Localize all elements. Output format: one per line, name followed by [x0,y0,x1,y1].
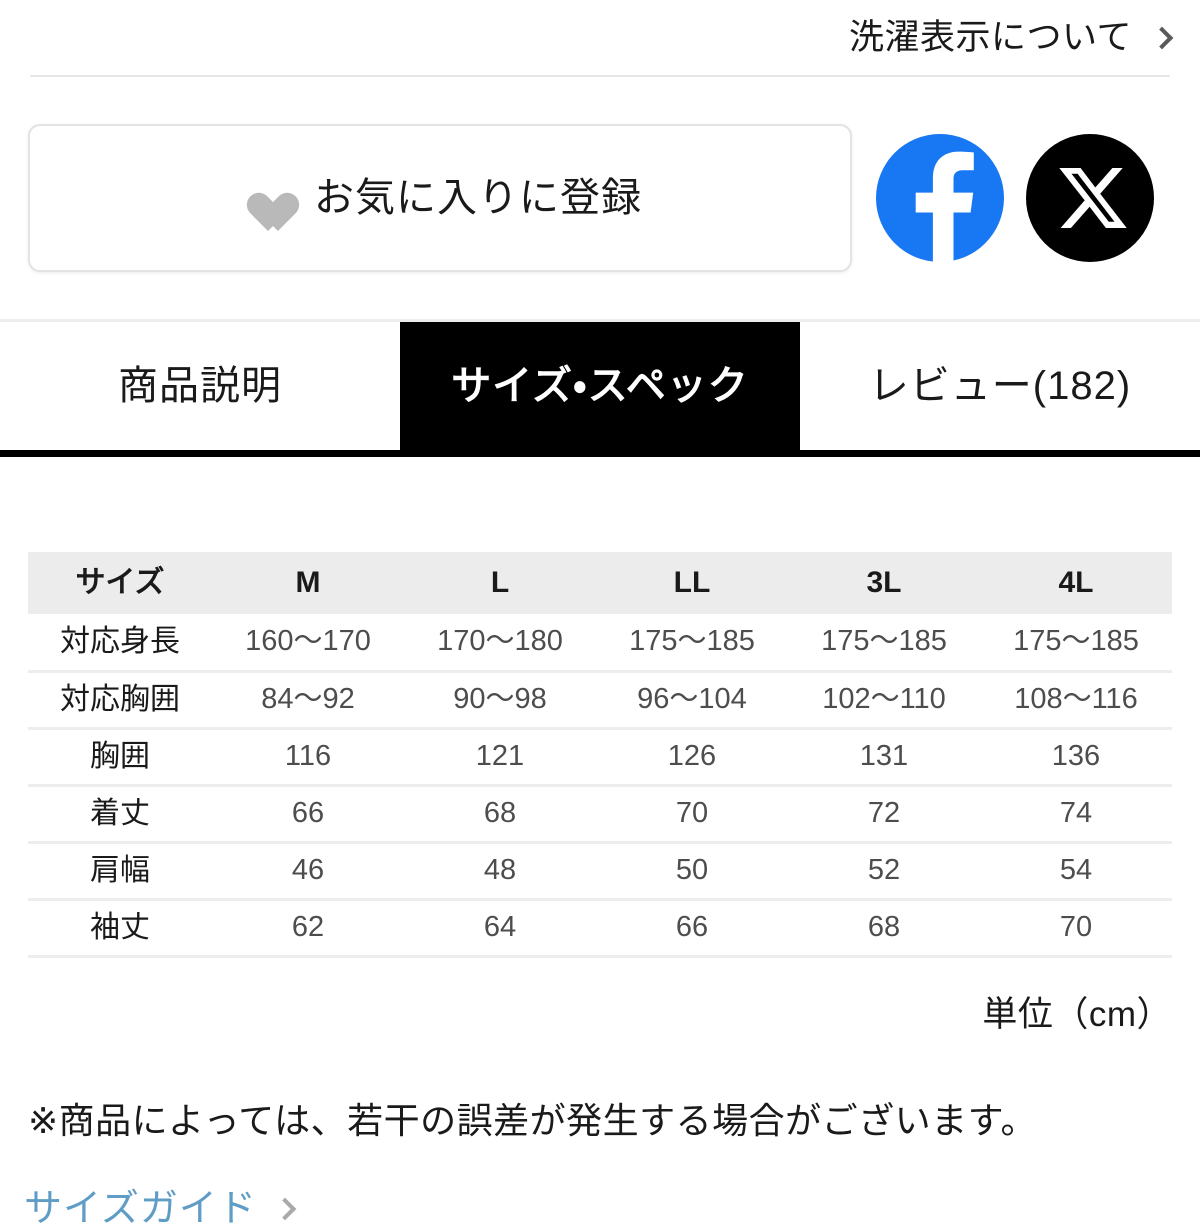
table-cell: 116 [284,740,332,772]
column-header-l: L [490,566,510,599]
table-cell: 70 [1059,911,1093,943]
row-label: 胸囲 [90,739,150,773]
row-label: 対応身長 [60,624,180,658]
table-cell: 64 [483,911,517,943]
row-label: 肩幅 [90,853,150,887]
table-cell: 66 [675,911,709,943]
row-label: 着丈 [90,796,150,830]
size-table-area: サイズ M L LL 3L 4L 対応身長 160〜170 170〜180 17… [0,552,1200,1037]
tab-reviews-label: レビュー(182) [868,364,1132,408]
table-cell: 175〜185 [1013,625,1139,658]
table-cell: 108〜116 [1014,683,1138,715]
table-row: 胸囲 116 121 126 131 136 [28,728,1172,785]
column-header-ll: LL [673,566,711,599]
tab-product-description[interactable]: 商品説明 [0,322,400,450]
table-cell: 70 [675,797,709,829]
chevron-right-icon [1150,26,1174,49]
measurement-disclaimer: ※商品によっては、若干の誤差が発生する場合がございます。 [28,1099,1037,1141]
table-cell: 48 [483,854,517,886]
table-row: 対応胸囲 84〜92 90〜98 96〜104 102〜110 108〜116 [28,671,1172,728]
row-label: 袖丈 [90,910,150,944]
tab-size-spec-label: サイズ・スペック [451,364,749,408]
table-cell: 50 [675,854,709,886]
care-label-link[interactable]: 洗濯表示について [849,18,1174,57]
table-row: 対応身長 160〜170 170〜180 175〜185 175〜185 175… [28,614,1172,671]
facebook-icon [915,151,974,262]
table-cell: 84〜92 [261,683,355,715]
table-cell: 62 [291,911,325,943]
care-label-row: 洗濯表示について [0,0,1200,75]
chevron-right-icon [273,1197,297,1221]
table-cell: 90〜98 [453,683,547,715]
x-icon [1059,168,1127,228]
add-to-favorites-label: お気に入りに登録 [314,176,642,220]
favorite-social-row: お気に入りに登録 [0,77,1200,319]
tab-product-description-label: 商品説明 [118,364,282,408]
table-cell: 74 [1059,797,1093,829]
row-label: 対応胸囲 [60,682,180,716]
table-header-row: サイズ M L LL 3L 4L [28,552,1172,614]
tab-active-underline [0,450,1200,457]
table-cell: 66 [291,797,325,829]
table-cell: 136 [1051,740,1101,772]
unit-note: 単位（cm） [982,994,1172,1034]
table-cell: 160〜170 [245,625,371,658]
tab-bar: 商品説明 サイズ・スペック レビュー(182) [0,319,1200,457]
size-table-header: サイズ M L LL 3L 4L [28,552,1172,614]
table-cell: 54 [1059,854,1093,886]
table-cell: 102〜110 [822,683,946,715]
facebook-share-button[interactable] [876,134,1004,262]
size-table-body: 対応身長 160〜170 170〜180 175〜185 175〜185 175… [28,614,1172,956]
table-cell: 170〜180 [437,625,563,658]
product-spec-page: 洗濯表示について お気に入りに登録 商品説明 サイズ・スペック レビュー(182… [0,0,1200,1228]
x-share-button[interactable] [1026,134,1154,262]
tab-size-spec[interactable]: サイズ・スペック [400,322,800,450]
table-cell: 131 [859,740,909,772]
table-row: 肩幅 46 48 50 52 54 [28,842,1172,899]
table-cell: 68 [483,797,517,829]
column-header-3l: 3L [866,566,902,599]
table-cell: 126 [667,740,717,772]
heart-icon [238,177,284,219]
table-cell: 72 [867,797,901,829]
table-cell: 68 [867,911,901,943]
table-cell: 121 [475,740,525,772]
care-label-link-text: 洗濯表示について [849,18,1132,57]
tab-reviews[interactable]: レビュー(182) [800,322,1200,450]
size-guide-link[interactable]: サイズガイド [24,1187,297,1230]
size-guide-link-label: サイズガイド [24,1187,257,1230]
add-to-favorites-button[interactable]: お気に入りに登録 [28,124,852,272]
column-header-4l: 4L [1058,566,1094,599]
table-cell: 96〜104 [637,683,747,715]
table-row: 着丈 66 68 70 72 74 [28,785,1172,842]
column-header-size: サイズ [75,566,165,599]
table-cell: 52 [867,854,901,886]
table-cell: 175〜185 [629,625,755,658]
size-spec-table: サイズ M L LL 3L 4L 対応身長 160〜170 170〜180 17… [28,552,1172,958]
column-header-m: M [295,566,321,599]
table-cell: 46 [291,854,325,886]
social-share-group [876,134,1154,262]
table-cell: 175〜185 [821,625,947,658]
table-row: 袖丈 62 64 66 68 70 [28,899,1172,956]
